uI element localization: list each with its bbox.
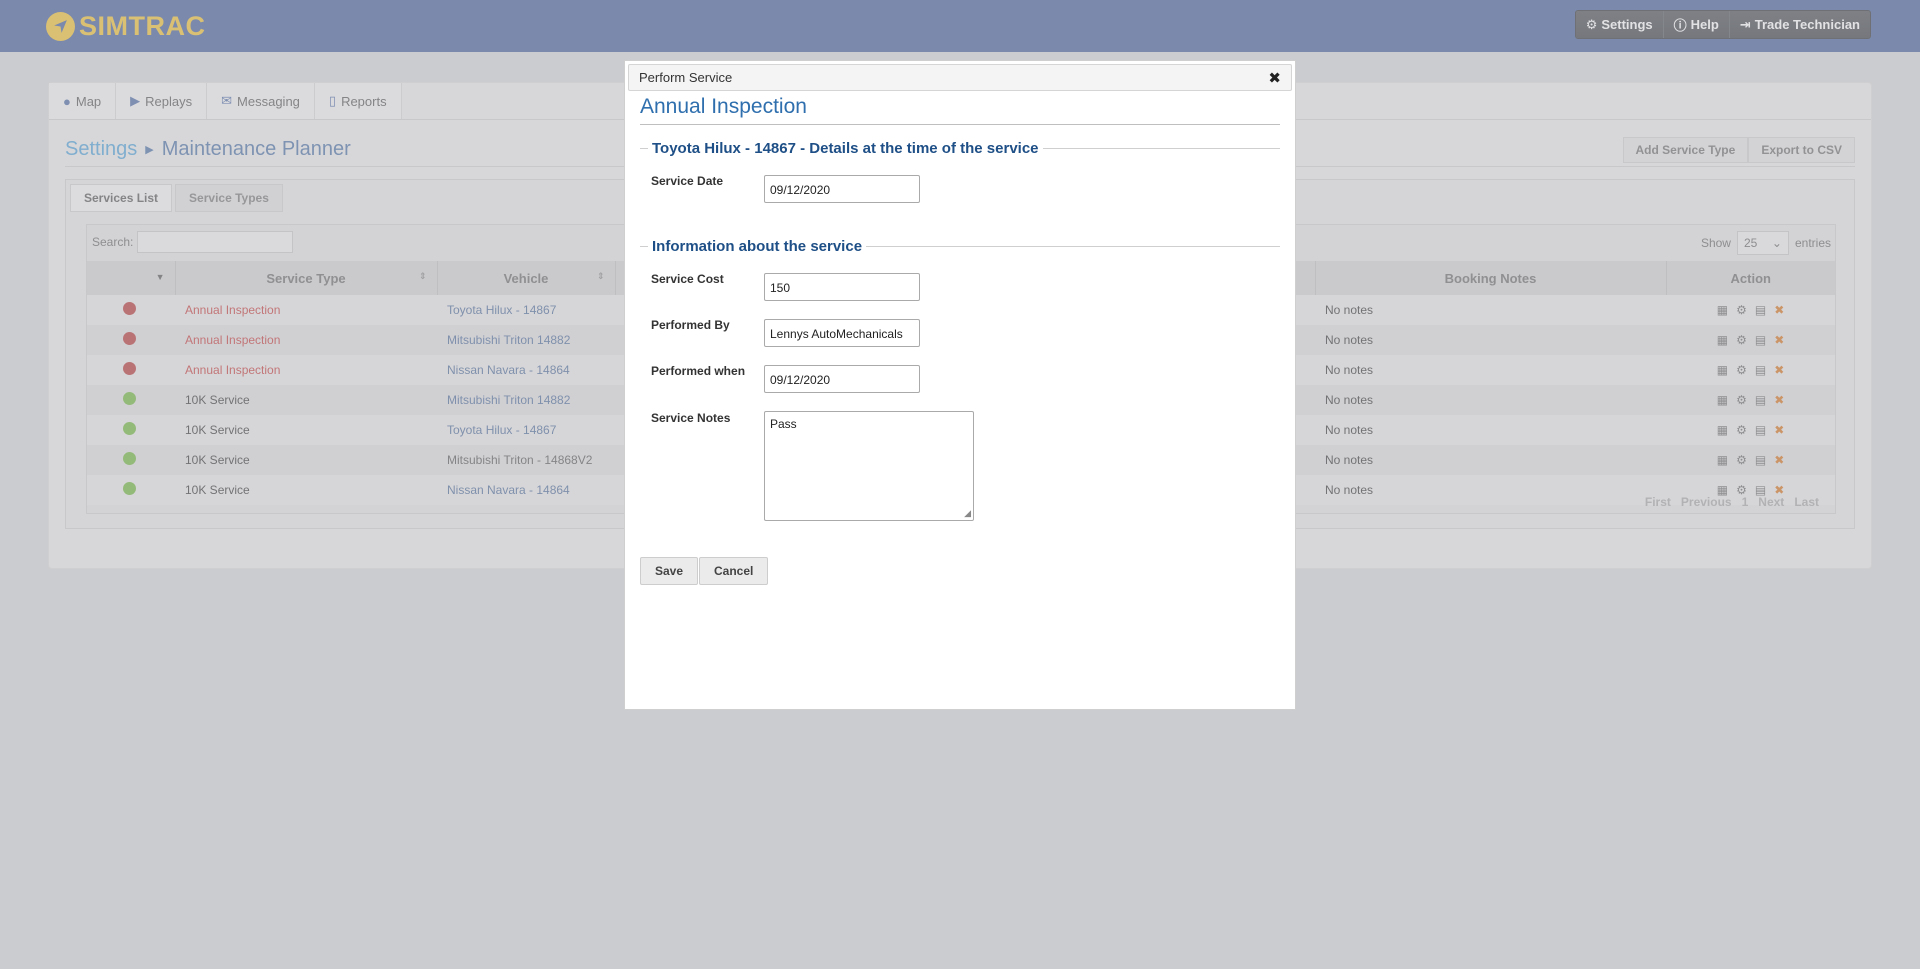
service-date-input[interactable]: 09/12/2020 [764,175,920,203]
section-vehicle-details: Toyota Hilux - 14867 - Details at the ti… [640,139,1280,157]
service-cost-label: Service Cost [651,272,724,286]
service-notes-text: Pass [770,417,797,431]
save-button[interactable]: Save [640,557,699,585]
service-cost-input[interactable]: 150 [764,273,920,301]
section-service-info: Information about the service [640,237,1280,255]
close-icon[interactable]: ✖ [1268,69,1281,87]
perform-service-dialog: Perform Service ✖ Annual Inspection Toyo… [624,60,1296,710]
section-vehicle-details-title: Toyota Hilux - 14867 - Details at the ti… [652,139,1039,157]
resize-handle-icon[interactable]: ◢ [964,509,971,518]
cancel-button[interactable]: Cancel [699,557,769,585]
performed-when-label: Performed when [651,364,746,378]
section-service-info-title: Information about the service [652,237,863,255]
performed-when-input[interactable]: 09/12/2020 [764,365,920,393]
dialog-title: Annual Inspection [640,95,1280,125]
performed-by-label: Performed By [651,318,730,332]
dialog-titlebar: Perform Service ✖ [628,64,1292,91]
dialog-header-title: Perform Service [639,70,733,85]
service-notes-label: Service Notes [651,411,731,425]
service-notes-textarea[interactable]: Pass ◢ [764,411,974,521]
performed-by-input[interactable]: Lennys AutoMechanicals [764,319,920,347]
service-date-label: Service Date [651,174,724,188]
